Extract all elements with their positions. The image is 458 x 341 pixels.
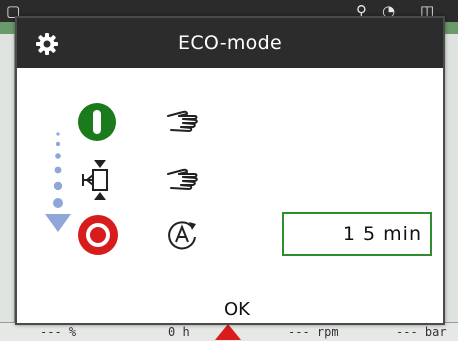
- dialog-body: 1 5 min OK: [17, 68, 443, 323]
- power-on-icon: [78, 103, 116, 141]
- status-bar: --- bar: [396, 325, 447, 339]
- eco-time-input[interactable]: 1 5 min: [282, 212, 432, 256]
- app-right-panel: [443, 34, 458, 340]
- hand-icon: [167, 168, 198, 190]
- status-hours: 0 h: [168, 325, 190, 339]
- auto-restart-icon: [168, 221, 196, 250]
- status-rpm: --- rpm: [288, 325, 339, 339]
- ok-button[interactable]: OK: [197, 293, 277, 327]
- status-percent: --- %: [40, 325, 77, 339]
- eco-mode-dialog: ECO-mode 1 5 min OK: [15, 16, 445, 325]
- eco-scale-icon: [45, 132, 71, 232]
- dialog-header: ECO-mode: [17, 18, 443, 68]
- dialog-title: ECO-mode: [178, 32, 282, 54]
- stop-icon: [78, 215, 118, 255]
- hand-icon: [167, 110, 198, 132]
- app-left-panel: [0, 34, 15, 340]
- valve-icon: [82, 160, 108, 200]
